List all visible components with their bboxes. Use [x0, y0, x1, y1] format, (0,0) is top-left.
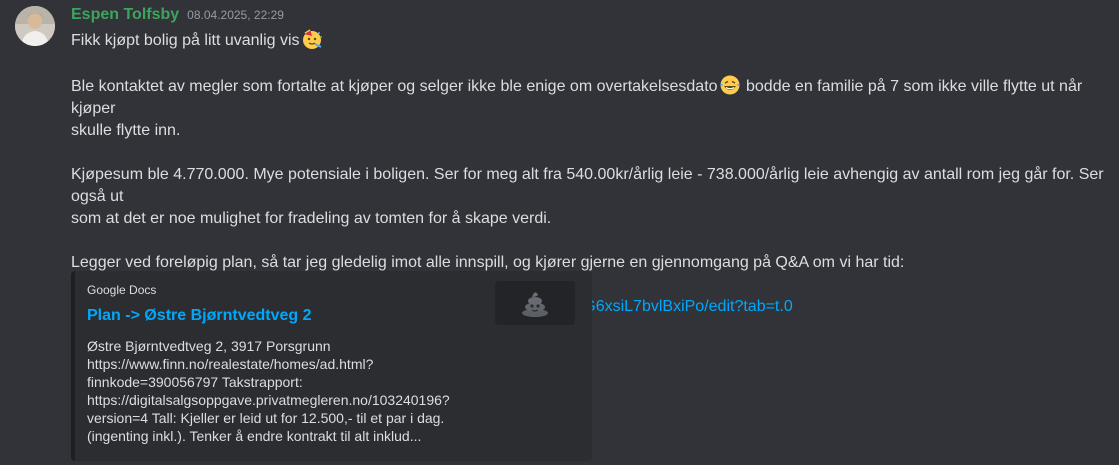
- message-line: skulle flytte inn.: [71, 122, 181, 139]
- username[interactable]: Espen Tolfsby: [71, 6, 179, 24]
- message-line: Ble kontaktet av megler som fortalte at …: [71, 74, 1111, 120]
- timestamp: 08.04.2025, 22:29: [187, 8, 284, 22]
- partying-face-emoji: [301, 28, 323, 50]
- poop-icon: [522, 292, 548, 317]
- link-embed: Google Docs Plan -> Østre Bjørntvedtveg …: [71, 271, 592, 461]
- avatar[interactable]: [15, 6, 55, 46]
- embed-provider: Google Docs: [87, 283, 157, 297]
- embed-title-link[interactable]: Plan -> Østre Bjørntvedtveg 2: [87, 307, 312, 325]
- embed-description: Østre Bjørntvedtveg 2, 3917 Porsgrunn ht…: [87, 338, 450, 444]
- embed-thumbnail[interactable]: [495, 281, 575, 325]
- message-header: Espen Tolfsby 08.04.2025, 22:29: [71, 6, 284, 28]
- message-line: Fikk kjøpt bolig på litt uvanlig vis: [71, 28, 1111, 52]
- chat-message: Espen Tolfsby 08.04.2025, 22:29 Fikk kjø…: [0, 0, 1119, 465]
- message-line: som at det er noe mulighet for fradeling…: [71, 210, 552, 227]
- message-line: Kjøpesum ble 4.770.000. Mye potensiale i…: [71, 166, 1109, 205]
- laughing-tears-emoji: [719, 74, 741, 96]
